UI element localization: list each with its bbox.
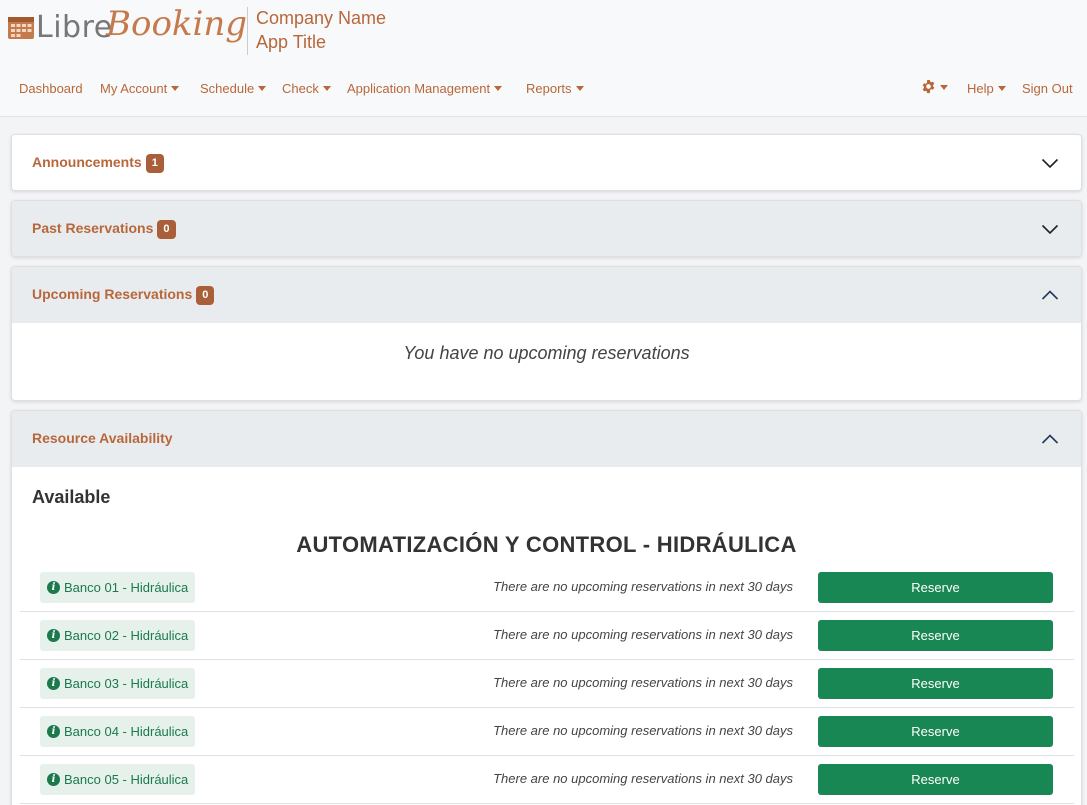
available-heading: Available [32,487,111,507]
resource-availability-note: There are no upcoming reservations in ne… [493,771,793,786]
chevron-down-icon[interactable] [1041,157,1059,169]
resource-availability-note: There are no upcoming reservations in ne… [493,627,793,642]
main-navbar: Dashboard My Account Schedule Check Appl… [0,62,1087,117]
nav-dashboard[interactable]: Dashboard [19,81,83,96]
nav-application-management[interactable]: Application Management [347,81,503,96]
nav-reports[interactable]: Reports [526,81,584,96]
resource-link[interactable]: i Banco 02 - Hidráulica [40,620,196,651]
reserve-button[interactable]: Reserve [818,668,1053,699]
info-icon: i [47,725,60,738]
chevron-up-icon[interactable] [1041,289,1059,301]
resource-name: Banco 03 - Hidráulica [64,676,189,691]
resource-availability-note: There are no upcoming reservations in ne… [493,723,793,738]
nav-application-management-label: Application Management [347,81,491,96]
reserve-button[interactable]: Reserve [818,716,1053,747]
info-icon: i [47,581,60,594]
resource-name: Banco 02 - Hidráulica [64,628,189,643]
nav-sign-out-label: Sign Out [1022,81,1073,96]
resource-link[interactable]: i Banco 05 - Hidráulica [40,764,196,795]
top-header: Libre Booking Company Name App Title [0,0,1087,62]
schedule-name-heading: AUTOMATIZACIÓN Y CONTROL - HIDRÁULICA [296,532,797,557]
resource-name: Banco 01 - Hidráulica [64,580,189,595]
caret-down-icon [171,86,180,91]
nav-help[interactable]: Help [967,81,1006,96]
announcements-card: Announcements 1 [11,134,1082,191]
info-icon: i [47,773,60,786]
calendar-logo-icon [8,17,34,39]
app-title: App Title [256,32,327,52]
company-name: Company Name [256,8,387,28]
reserve-button[interactable]: Reserve [818,764,1053,795]
nav-check[interactable]: Check [282,81,331,96]
announcements-title: Announcements 1 [32,154,164,173]
reserve-button[interactable]: Reserve [818,620,1053,651]
resource-availability-card: Resource Availability Available AUTOMATI… [11,410,1082,805]
resource-name: Banco 04 - Hidráulica [64,724,189,739]
nav-my-account-label: My Account [100,81,168,96]
nav-sign-out[interactable]: Sign Out [1022,81,1073,96]
upcoming-reservations-card: Upcoming Reservations 0 You have no upcom… [11,266,1082,401]
resource-link[interactable]: i Banco 04 - Hidráulica [40,716,196,747]
resource-row: i Banco 05 - Hidráulica There are no upco… [20,756,1074,804]
caret-down-icon [997,86,1006,91]
reserve-button[interactable]: Reserve [818,572,1053,603]
chevron-down-icon[interactable] [1041,223,1059,235]
nav-schedule-label: Schedule [200,81,255,96]
caret-down-icon [575,86,584,91]
announcements-title-text: Announcements [32,154,142,170]
upcoming-reservations-count-badge: 0 [196,286,215,305]
nav-reports-label: Reports [526,81,572,96]
resource-row: i Banco 03 - Hidráulica There are no upco… [20,660,1074,708]
chevron-up-icon[interactable] [1041,433,1059,445]
resource-link[interactable]: i Banco 01 - Hidráulica [40,572,196,603]
nav-settings[interactable] [921,79,948,95]
past-reservations-title: Past Reservations 0 [32,220,176,239]
logo-booking-text: Booking [106,4,248,44]
nav-dashboard-label: Dashboard [19,81,83,96]
caret-down-icon [322,86,331,91]
nav-schedule[interactable]: Schedule [200,81,267,96]
resource-row: i Banco 04 - Hidráulica There are no upco… [20,708,1074,756]
resource-link[interactable]: i Banco 03 - Hidráulica [40,668,196,699]
resource-availability-header[interactable]: Resource Availability [12,411,1081,467]
past-reservations-count-badge: 0 [157,220,176,239]
resource-name: Banco 05 - Hidráulica [64,772,189,787]
nav-help-label: Help [967,81,994,96]
resource-availability-note: There are no upcoming reservations in ne… [493,579,793,594]
past-reservations-card: Past Reservations 0 [11,200,1082,257]
upcoming-reservations-title-text: Upcoming Reservations [32,286,193,302]
resource-row: i Banco 01 - Hidráulica There are no upco… [20,564,1074,612]
past-reservations-header[interactable]: Past Reservations 0 [12,201,1081,256]
resource-row: i Banco 02 - Hidráulica There are no upco… [20,612,1074,660]
header-divider [247,7,248,55]
upcoming-reservations-header[interactable]: Upcoming Reservations 0 [12,267,1081,323]
caret-down-icon [258,86,267,91]
app-logo[interactable]: Libre Booking [6,4,247,56]
gear-icon [922,79,935,94]
announcements-header[interactable]: Announcements 1 [12,135,1081,190]
past-reservations-title-text: Past Reservations [32,220,154,236]
nav-check-label: Check [282,81,319,96]
info-icon: i [47,629,60,642]
announcements-count-badge: 1 [145,154,164,173]
resource-availability-note: There are no upcoming reservations in ne… [493,675,793,690]
caret-down-icon [940,85,948,90]
upcoming-reservations-title: Upcoming Reservations 0 [32,286,215,305]
no-upcoming-reservations-message: You have no upcoming reservations [403,343,690,363]
logo-libre-text: Libre [36,10,113,45]
caret-down-icon [494,86,503,91]
nav-my-account[interactable]: My Account [100,81,180,96]
info-icon: i [47,677,60,690]
resource-availability-title: Resource Availability [32,430,173,446]
